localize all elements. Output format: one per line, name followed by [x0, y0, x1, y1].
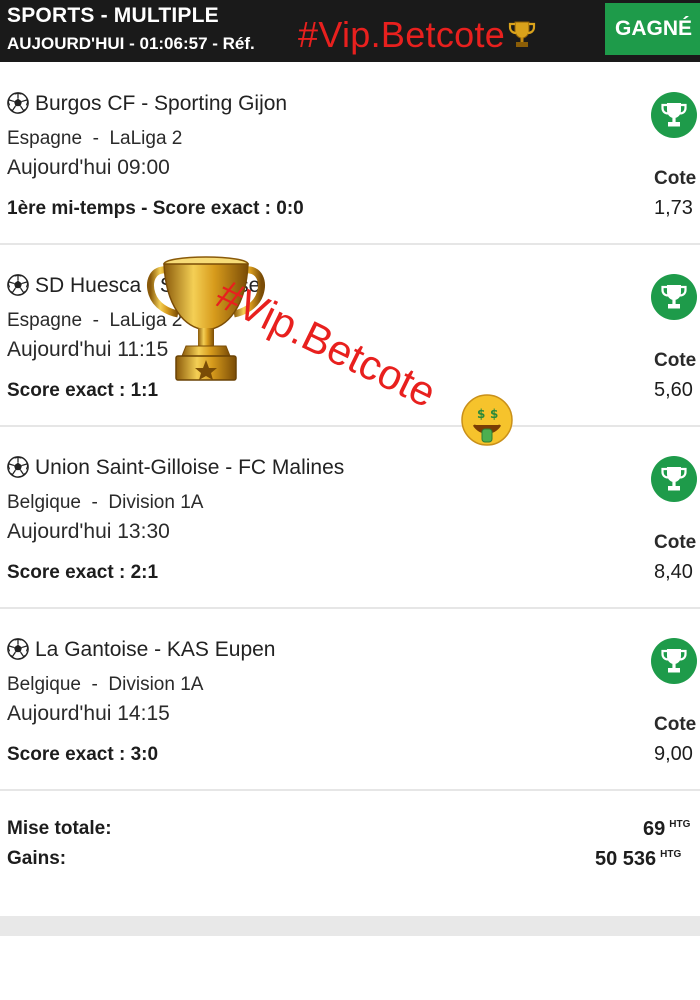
match-country: Belgique [7, 674, 81, 695]
odds-label: Cote [654, 714, 697, 735]
won-trophy-icon [651, 638, 697, 684]
won-trophy-icon [651, 92, 697, 138]
ticket-totals: Mise totale: 69 HTG Gains: 50 536 HTG [0, 790, 700, 916]
bottom-divider [0, 916, 700, 936]
odds-value: 9,00 [654, 743, 693, 765]
match-title: La Gantoise - KAS Eupen [7, 638, 276, 662]
soccer-ball-icon [7, 456, 29, 478]
trophy-emoji-icon [507, 16, 537, 58]
bet-selection-1[interactable]: Burgos CF - Sporting Gijon Espagne - LaL… [0, 64, 700, 245]
match-country: Belgique [7, 492, 81, 513]
match-competition: Belgique - Division 1A [7, 674, 204, 695]
svg-text:$: $ [477, 407, 485, 421]
bet-pick: Score exact : 3:0 [7, 744, 159, 765]
odds-value: 1,73 [654, 197, 693, 219]
match-competition: Espagne - LaLiga 2 [7, 128, 183, 149]
winnings-currency: HTG [660, 849, 682, 860]
winnings-amount: 50 536 [595, 848, 657, 870]
soccer-ball-icon [7, 274, 29, 296]
total-stake-label: Mise totale: [7, 818, 112, 839]
soccer-ball-icon [7, 92, 29, 114]
match-league: Division 1A [108, 674, 204, 695]
odds-value: 5,60 [654, 379, 693, 401]
match-title: Burgos CF - Sporting Gijon [7, 92, 287, 116]
odds-label: Cote [654, 168, 697, 189]
winnings-label: Gains: [7, 848, 67, 869]
bet-selection-3[interactable]: Union Saint-Gilloise - FC Malines Belgiq… [0, 428, 700, 609]
total-stake-value: 69 HTG [643, 818, 690, 841]
ticket-date-ref: AUJOURD'HUI - 01:06:57 - Réf. [7, 34, 255, 53]
bet-pick: Score exact : 1:1 [7, 380, 159, 401]
money-face-emoji-icon: $ $ [460, 393, 514, 452]
winnings-value: 50 536 HTG [595, 848, 681, 871]
match-title: Union Saint-Gilloise - FC Malines [7, 456, 344, 480]
soccer-ball-icon [7, 638, 29, 660]
match-name: Union Saint-Gilloise - FC Malines [35, 456, 345, 479]
stake-currency: HTG [669, 819, 691, 830]
match-name: Burgos CF - Sporting Gijon [35, 92, 288, 115]
bet-type-title: SPORTS - MULTIPLE [7, 4, 219, 27]
match-time: Aujourd'hui 14:15 [7, 702, 170, 725]
ticket-header: SPORTS - MULTIPLE AUJOURD'HUI - 01:06:57… [0, 0, 700, 62]
total-stake-amount: 69 [643, 818, 666, 840]
odds-label: Cote [654, 350, 697, 371]
match-time: Aujourd'hui 09:00 [7, 156, 170, 179]
match-league: Division 1A [108, 492, 204, 513]
bet-pick: 1ère mi-temps - Score exact : 0:0 [7, 198, 304, 219]
won-status-badge: GAGNÉ [605, 3, 700, 55]
odds-value: 8,40 [654, 561, 693, 583]
match-league: LaLiga 2 [109, 128, 183, 149]
bet-pick: Score exact : 2:1 [7, 562, 159, 583]
match-name: La Gantoise - KAS Eupen [35, 638, 276, 661]
match-competition: Belgique - Division 1A [7, 492, 204, 513]
match-time: Aujourd'hui 13:30 [7, 520, 170, 543]
svg-text:$: $ [490, 407, 498, 421]
match-country: Espagne [7, 128, 83, 149]
match-country: Espagne [7, 310, 83, 331]
match-time: Aujourd'hui 11:15 [7, 338, 169, 361]
won-trophy-icon [651, 274, 697, 320]
watermark-header-text: #Vip.Betcote [298, 14, 506, 55]
won-trophy-icon [651, 456, 697, 502]
odds-label: Cote [654, 532, 697, 553]
watermark-header: #Vip.Betcote [298, 14, 537, 58]
bet-selection-4[interactable]: La Gantoise - KAS Eupen Belgique - Divis… [0, 610, 700, 791]
